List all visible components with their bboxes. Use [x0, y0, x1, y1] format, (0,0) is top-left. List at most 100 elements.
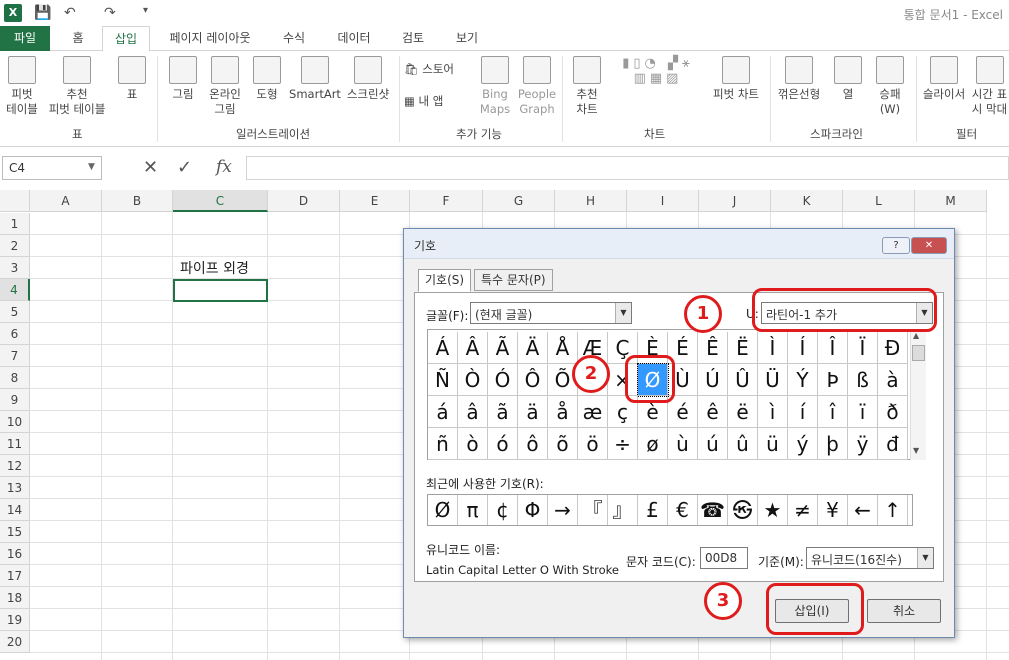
sparkline-winloss-button[interactable]: 승패 (W) [870, 56, 910, 117]
symbol-cell[interactable]: Û [728, 364, 758, 396]
symbol-cell[interactable]: ó [488, 428, 518, 460]
row-header-20[interactable]: 20 [0, 631, 30, 653]
symbol-cell[interactable]: ô [518, 428, 548, 460]
symbol-cell[interactable]: ï [848, 396, 878, 428]
symbol-cell[interactable]: Í [788, 332, 818, 364]
symbol-cell[interactable]: ð [878, 396, 908, 428]
symbol-cell[interactable]: Ë [728, 332, 758, 364]
row-header-12[interactable]: 12 [0, 455, 30, 477]
formula-input[interactable] [246, 156, 1009, 180]
column-header-j[interactable]: J [699, 190, 771, 212]
symbol-cell[interactable]: ö [578, 428, 608, 460]
symbol-cell[interactable]: ü [758, 428, 788, 460]
cancel-formula-icon[interactable]: ✕ [143, 157, 158, 178]
tab-formulas[interactable]: 수식 [270, 26, 318, 51]
font-select[interactable]: (현재 글꼴) ▼ [470, 302, 632, 324]
cancel-button[interactable]: 취소 [867, 599, 941, 623]
store-button[interactable]: 🛍 스토어 [404, 62, 466, 77]
symbol-cell[interactable]: Ð [878, 332, 908, 364]
symbol-cell[interactable]: à [878, 364, 908, 396]
symbol-cell[interactable]: Å [548, 332, 578, 364]
symbol-cell[interactable]: Ñ [428, 364, 458, 396]
symbol-cell[interactable]: Ï [848, 332, 878, 364]
symbol-cell[interactable]: å [548, 396, 578, 428]
column-header-c[interactable]: C [173, 190, 268, 212]
row-header-2[interactable]: 2 [0, 235, 30, 257]
column-header-m[interactable]: M [915, 190, 987, 212]
shapes-button[interactable]: 도형 [248, 56, 286, 102]
recent-symbol[interactable]: 』 [608, 495, 638, 525]
symbol-cell[interactable]: æ [578, 396, 608, 428]
recent-symbol[interactable]: ☎ [698, 495, 728, 525]
row-header-18[interactable]: 18 [0, 587, 30, 609]
symbol-cell[interactable]: Î [818, 332, 848, 364]
recent-symbol[interactable]: Ø [428, 495, 458, 525]
symbol-cell[interactable]: þ [818, 428, 848, 460]
recent-symbol[interactable]: 『 [578, 495, 608, 525]
screenshot-button[interactable]: 스크린샷 [342, 56, 394, 102]
tab-file[interactable]: 파일 [0, 26, 50, 51]
recent-symbol[interactable]: Φ [518, 495, 548, 525]
smartart-button[interactable]: SmartArt [288, 56, 342, 102]
column-header-b[interactable]: B [102, 190, 173, 212]
recent-symbol[interactable]: £ [638, 495, 668, 525]
recent-symbol[interactable]: ↑ [878, 495, 908, 525]
column-header-f[interactable]: F [410, 190, 483, 212]
my-apps-button[interactable]: ▦ 내 앱 [404, 94, 466, 109]
symbol-cell[interactable]: ý [788, 428, 818, 460]
scroll-down-icon[interactable]: ▼ [913, 446, 919, 455]
symbol-cell[interactable]: ÷ [608, 428, 638, 460]
close-button[interactable]: ✕ [911, 237, 947, 254]
recent-symbol[interactable]: ← [848, 495, 878, 525]
symbol-cell[interactable]: í [788, 396, 818, 428]
symbol-cell[interactable]: ä [518, 396, 548, 428]
tab-review[interactable]: 검토 [390, 26, 436, 51]
active-cell-c4[interactable] [173, 279, 268, 302]
tab-page-layout[interactable]: 페이지 레이아웃 [158, 26, 262, 51]
tab-data[interactable]: 데이터 [326, 26, 382, 51]
symbol-cell[interactable]: é [668, 396, 698, 428]
row-header-17[interactable]: 17 [0, 565, 30, 587]
row-header-5[interactable]: 5 [0, 301, 30, 323]
symbol-grid-scrollbar[interactable]: ▲ ▼ [910, 329, 926, 460]
recommended-charts-button[interactable]: 추천 차트 [568, 56, 606, 117]
symbol-cell[interactable]: ú [698, 428, 728, 460]
sparkline-line-button[interactable]: 꺾은선형 [774, 56, 824, 102]
symbol-cell[interactable]: Ü [758, 364, 788, 396]
customize-qat-icon[interactable]: ▾ [143, 5, 148, 16]
bing-maps-button[interactable]: Bing Maps [476, 56, 514, 117]
table-button[interactable]: 표 [114, 56, 150, 102]
tab-special-characters[interactable]: 특수 문자(P) [474, 269, 553, 291]
pivot-table-button[interactable]: 피벗 테이블 [2, 56, 42, 117]
column-header-h[interactable]: H [555, 190, 627, 212]
tab-view[interactable]: 보기 [444, 26, 490, 51]
scroll-thumb[interactable] [912, 345, 925, 361]
row-header-15[interactable]: 15 [0, 521, 30, 543]
row-header-11[interactable]: 11 [0, 433, 30, 455]
row-header-7[interactable]: 7 [0, 345, 30, 367]
symbol-cell[interactable]: ê [698, 396, 728, 428]
symbol-cell[interactable]: Ó [488, 364, 518, 396]
row-header-8[interactable]: 8 [0, 367, 30, 389]
symbol-cell[interactable]: đ [878, 428, 908, 460]
recent-symbol[interactable]: π [458, 495, 488, 525]
row-header-1[interactable]: 1 [0, 213, 30, 235]
symbol-cell[interactable]: Ã [488, 332, 518, 364]
column-header-i[interactable]: I [627, 190, 699, 212]
recent-symbol[interactable]: ¢ [488, 495, 518, 525]
row-header-6[interactable]: 6 [0, 323, 30, 345]
symbol-cell[interactable]: á [428, 396, 458, 428]
timeline-button[interactable]: 시간 표 시 막대 [970, 56, 1009, 117]
recent-symbol[interactable]: → [548, 495, 578, 525]
symbol-cell[interactable]: Á [428, 332, 458, 364]
save-icon[interactable]: 💾 [34, 5, 51, 21]
name-box[interactable]: C4 [2, 156, 102, 180]
recent-symbol[interactable]: ¥ [818, 495, 848, 525]
symbol-cell[interactable]: Â [458, 332, 488, 364]
slicer-button[interactable]: 슬라이서 [920, 56, 968, 102]
insert-function-icon[interactable]: fx [216, 157, 232, 177]
symbol-cell[interactable]: õ [548, 428, 578, 460]
column-header-e[interactable]: E [340, 190, 410, 212]
symbol-cell[interactable]: ù [668, 428, 698, 460]
symbol-cell[interactable]: Ô [518, 364, 548, 396]
